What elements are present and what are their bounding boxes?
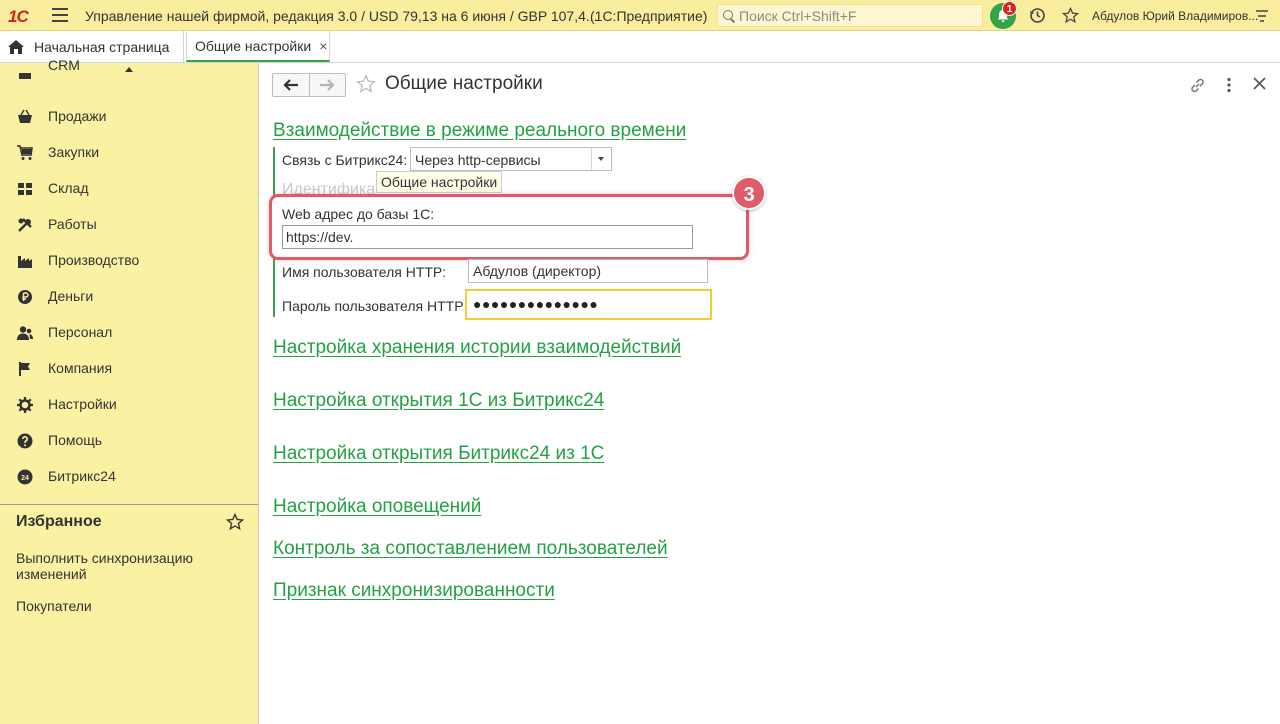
sidebar-item-label: Персонал	[48, 324, 113, 340]
forward-button[interactable]	[308, 74, 345, 96]
arrow-left-icon	[283, 79, 298, 91]
sidebar-item-purchases[interactable]: Закупки	[0, 134, 258, 170]
sidebar-item-label: Закупки	[48, 144, 100, 160]
history-icon[interactable]	[1029, 7, 1046, 24]
sidebar: CRM Продажи Закупки Склад Работы Произво…	[0, 57, 259, 724]
sidebar-item-crm[interactable]: CRM	[0, 53, 258, 89]
section-notifications-link[interactable]: Настройка оповещений	[273, 496, 481, 518]
top-bar: 1С Управление нашей фирмой, редакция 3.0…	[0, 0, 1280, 31]
app-title: Управление нашей фирмой, редакция 3.0 / …	[85, 8, 598, 24]
link-icon[interactable]	[1189, 77, 1206, 94]
flag-icon	[19, 362, 30, 376]
connection-select[interactable]: Через http-сервисы	[410, 147, 612, 171]
web-address-label: Web адрес до базы 1С:	[282, 206, 435, 222]
warehouse-icon	[18, 183, 32, 195]
history-nav	[272, 73, 346, 97]
http-password-input[interactable]: ●●●●●●●●●●●●●●	[465, 289, 712, 320]
crm-icon	[19, 73, 31, 79]
add-to-favorites-star-icon[interactable]	[356, 74, 376, 94]
back-button[interactable]	[273, 74, 309, 96]
sidebar-item-company[interactable]: Компания	[0, 350, 258, 386]
sidebar-divider	[0, 504, 258, 505]
sidebar-item-staff[interactable]: Персонал	[0, 314, 258, 350]
ruble-icon	[18, 290, 32, 304]
chevron-down-icon[interactable]	[591, 148, 611, 170]
sidebar-item-label: CRM	[48, 57, 80, 73]
sidebar-item-label: Склад	[48, 180, 89, 196]
app-mode: (1С:Предприятие)	[590, 8, 708, 24]
sidebar-item-help[interactable]: Помощь	[0, 422, 258, 458]
gear-icon	[17, 397, 33, 413]
web-address-input[interactable]	[282, 225, 693, 249]
favorites-star-icon[interactable]	[1062, 7, 1079, 24]
home-icon	[8, 39, 24, 54]
settings-lines-icon[interactable]	[1255, 9, 1269, 23]
sidebar-item-money[interactable]: Деньги	[0, 278, 258, 314]
notification-count-badge: 1	[1002, 1, 1017, 16]
page-title: Общие настройки	[385, 73, 543, 94]
global-search[interactable]	[717, 4, 983, 27]
http-user-label: Имя пользователя HTTP:	[282, 264, 447, 280]
section-history-link[interactable]: Настройка хранения истории взаимодействи…	[273, 337, 681, 359]
cart-icon	[17, 145, 33, 160]
sidebar-item-label: Настройки	[48, 396, 117, 412]
favorite-item[interactable]: Выполнить синхронизацию изменений	[16, 550, 216, 582]
section-realtime-link[interactable]: Взаимодействие в режиме реального времен…	[273, 120, 686, 142]
app-logo[interactable]: 1С	[8, 7, 29, 27]
favorite-item[interactable]: Покупатели	[16, 598, 92, 614]
connection-select-value: Через http-сервисы	[415, 152, 541, 168]
menu-icon[interactable]	[52, 8, 68, 22]
tools-icon	[18, 218, 32, 232]
favorites-title: Избранное	[16, 513, 102, 530]
svg-text:24: 24	[21, 475, 29, 482]
section-users-match-link[interactable]: Контроль за сопоставлением пользователей	[273, 538, 668, 560]
main-content: Общие настройки Взаимодействие в режиме …	[260, 63, 1280, 724]
http-password-label: Пароль пользователя HTTP:	[282, 298, 468, 314]
more-icon[interactable]	[1226, 77, 1232, 93]
sidebar-item-label: Помощь	[48, 432, 103, 448]
search-input[interactable]	[739, 7, 979, 24]
tab-active-label: Общие настройки	[195, 37, 312, 54]
sidebar-item-label: Деньги	[48, 288, 94, 304]
bitrix24-icon: 24	[17, 469, 33, 485]
sidebar-item-warehouse[interactable]: Склад	[0, 170, 258, 206]
sidebar-item-label: Производство	[48, 252, 140, 268]
help-icon	[17, 433, 33, 449]
search-icon	[722, 9, 736, 23]
sidebar-item-label: Битрикс24	[48, 468, 116, 484]
sidebar-item-bitrix24[interactable]: 24 Битрикс24	[0, 458, 258, 494]
tooltip: Общие настройки	[376, 171, 503, 193]
people-icon	[17, 326, 33, 340]
tab-close-icon[interactable]: ×	[319, 38, 327, 54]
sidebar-item-label: Продажи	[48, 108, 107, 124]
current-user[interactable]: Абдулов Юрий Владимиров...	[1092, 9, 1258, 23]
close-icon[interactable]	[1253, 77, 1266, 90]
factory-icon	[18, 256, 32, 268]
section-open-1c-link[interactable]: Настройка открытия 1С из Битрикс24	[273, 390, 604, 412]
sidebar-item-production[interactable]: Производство	[0, 242, 258, 278]
sidebar-item-sales[interactable]: Продажи	[0, 98, 258, 134]
sidebar-item-label: Работы	[48, 216, 97, 232]
arrow-right-icon	[320, 79, 336, 91]
sidebar-item-works[interactable]: Работы	[0, 206, 258, 242]
section-open-b24-link[interactable]: Настройка открытия Битрикс24 из 1С	[273, 443, 604, 465]
sidebar-item-settings[interactable]: Настройки	[0, 386, 258, 422]
sidebar-item-label: Компания	[48, 360, 113, 376]
http-user-input[interactable]	[468, 259, 708, 283]
connection-label: Связь с Битрикс24:	[282, 152, 408, 168]
section-sync-flag-link[interactable]: Признак синхронизированности	[273, 580, 555, 602]
basket-icon	[18, 109, 32, 123]
favorites-star-icon[interactable]	[226, 513, 244, 531]
step-badge: 3	[732, 176, 766, 210]
